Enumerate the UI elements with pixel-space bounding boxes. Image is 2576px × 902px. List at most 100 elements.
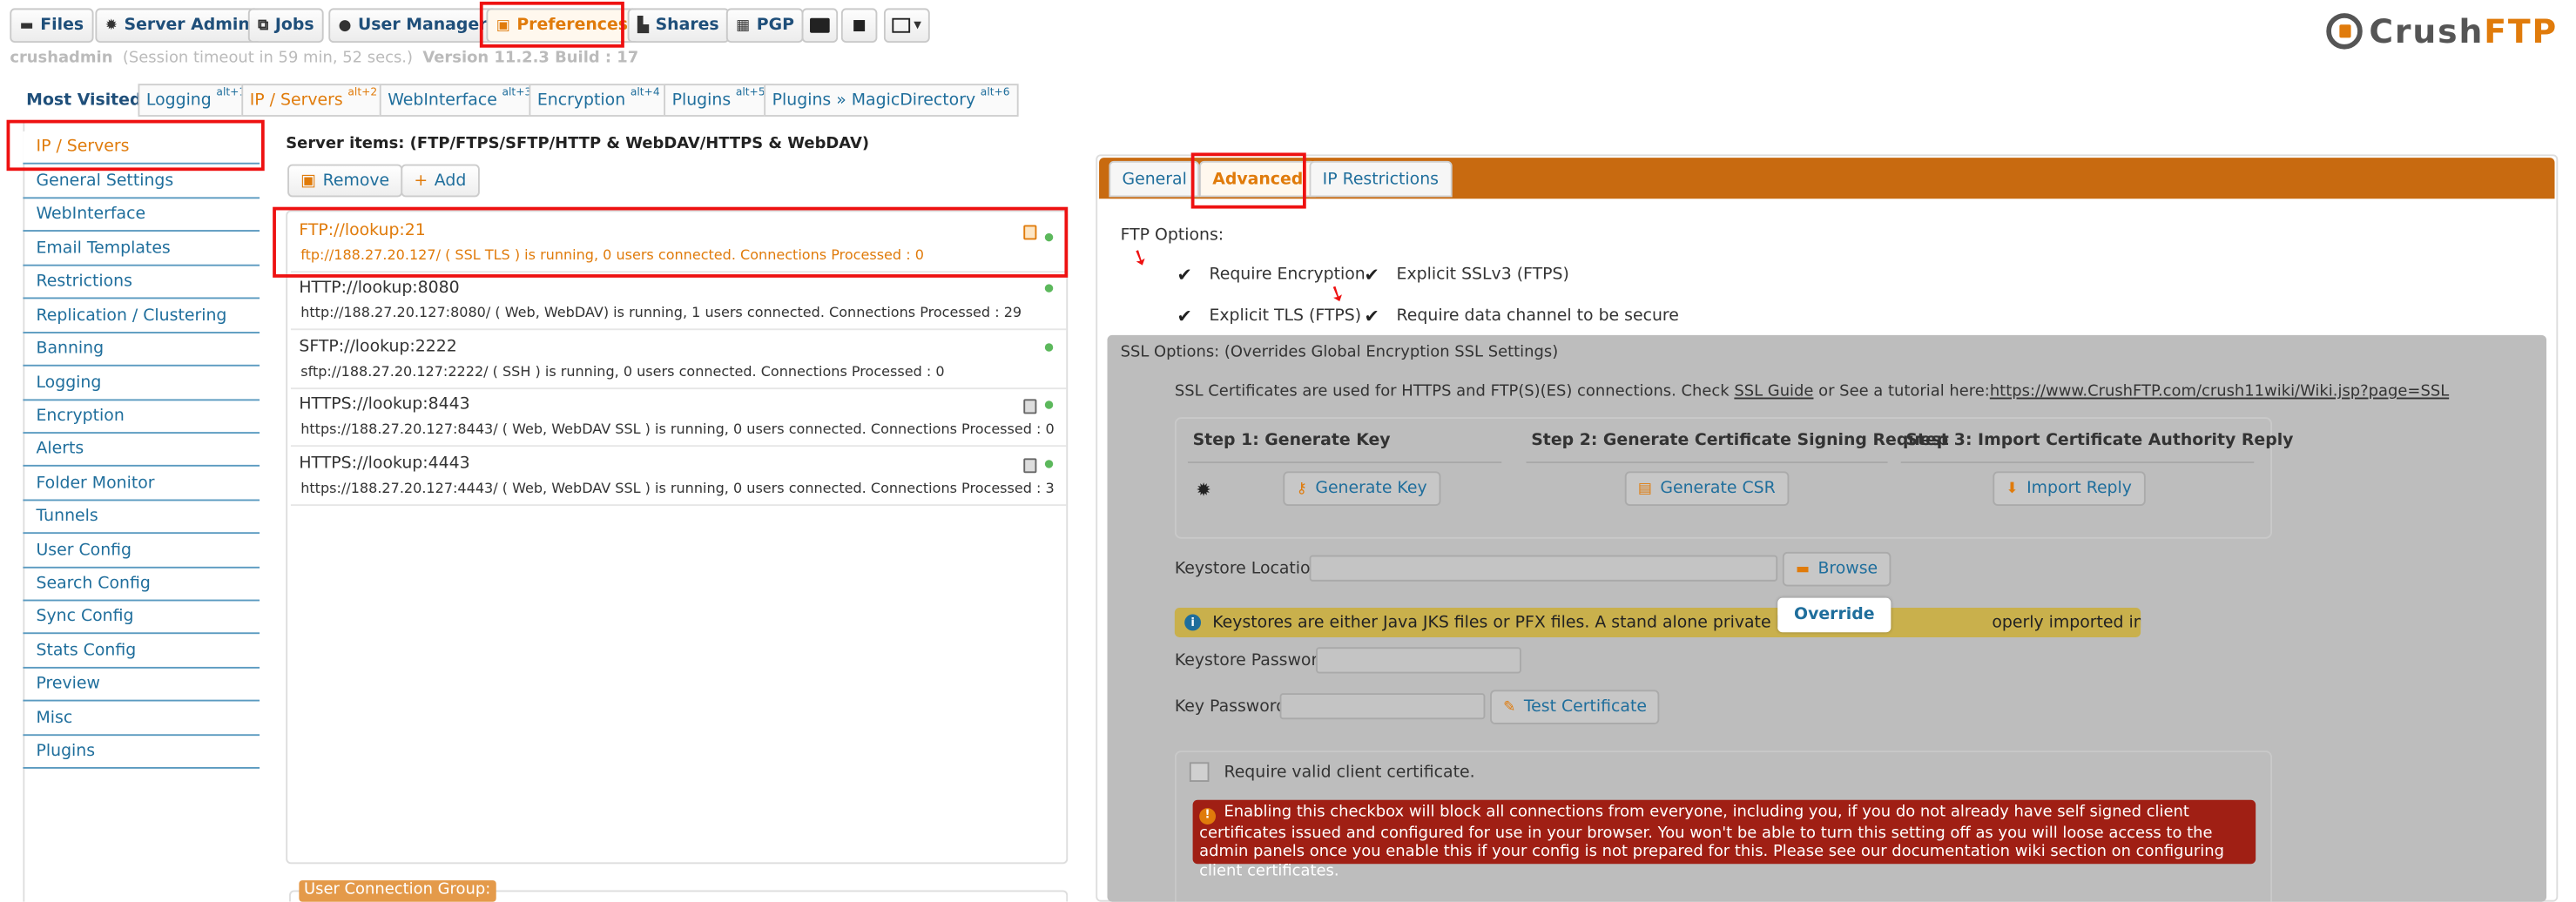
warning-icon: !	[1199, 807, 1217, 825]
sidebar-item-email-templates[interactable]: Email Templates	[23, 233, 260, 266]
keystore-location-label: Keystore Location:	[1174, 560, 1326, 579]
lock-button[interactable]: ■	[840, 8, 878, 44]
server-row[interactable]: FTP://lookup:21 ftp://188.27.20.127/ ( S…	[290, 217, 1067, 273]
image-menu-button[interactable]: ▼	[883, 8, 930, 44]
checkmark-icon: ✔	[1177, 263, 1192, 286]
mv-logging[interactable]: Logging alt+1	[138, 84, 254, 117]
sidebar-item-banning[interactable]: Banning	[23, 333, 260, 367]
sidebar-item-replication[interactable]: Replication / Clustering	[23, 300, 260, 333]
server-row[interactable]: HTTP://lookup:8080 http://188.27.20.127:…	[290, 274, 1067, 331]
terminal-button[interactable]	[801, 8, 839, 44]
key-password-input[interactable]	[1279, 693, 1486, 720]
add-server-button[interactable]: + Add	[401, 164, 480, 198]
sidebar-item-sync-config[interactable]: Sync Config	[23, 601, 260, 635]
client-cert-warning: ! Enabling this checkbox will block all c…	[1192, 799, 2256, 880]
checkbox-empty	[1189, 762, 1210, 782]
generate-csr-button[interactable]: ▤ Generate CSR	[1624, 471, 1789, 507]
tutorial-link[interactable]: https://www.CrushFTP.com/crush11wiki/Wik…	[1990, 383, 2449, 401]
generate-key-button[interactable]: ⚷ Generate Key	[1283, 471, 1440, 507]
caret-down-icon: ▼	[914, 19, 921, 31]
image-icon	[892, 17, 911, 33]
jobs-icon: ⧉	[258, 17, 269, 34]
plus-icon: +	[414, 172, 428, 190]
crushftp-logo: CrushFTP	[2326, 10, 2558, 52]
server-row[interactable]: HTTPS://lookup:8443 https://188.27.20.12…	[290, 391, 1067, 448]
nav-shares[interactable]: ▙ Shares	[627, 8, 729, 44]
sidebar-item-general-settings[interactable]: General Settings	[23, 166, 260, 199]
keystore-location-input[interactable]	[1309, 555, 1778, 582]
nav-jobs[interactable]: ⧉ Jobs	[247, 8, 324, 44]
sidebar-item-folder-monitor[interactable]: Folder Monitor	[23, 468, 260, 501]
mv-webinterface[interactable]: WebInterface alt+3	[379, 84, 540, 117]
keystore-password-label: Keystore Password:	[1174, 651, 1334, 670]
server-list: FTP://lookup:21 ftp://188.27.20.127/ ( S…	[286, 210, 1069, 865]
ssl-guide-link[interactable]: SSL Guide	[1734, 383, 1813, 401]
sidebar-item-ip-servers[interactable]: IP / Servers	[23, 131, 260, 165]
remove-icon: ▣	[300, 172, 317, 190]
sidebar-item-preview[interactable]: Preview	[23, 669, 260, 702]
user-icon: ●	[338, 17, 352, 34]
edit-icon[interactable]	[1023, 458, 1037, 474]
share-icon: ▙	[637, 17, 650, 34]
sidebar-item-webinterface[interactable]: WebInterface	[23, 199, 260, 232]
mv-ip-servers[interactable]: IP / Servers alt+2	[241, 84, 386, 117]
keystore-password-input[interactable]	[1316, 647, 1521, 674]
mv-plugins-magicdirectory[interactable]: Plugins » MagicDirectory alt+6	[764, 84, 1019, 117]
sidebar-item-encryption[interactable]: Encryption	[23, 401, 260, 434]
nav-server-admin[interactable]: ✹ Server Admin	[95, 8, 260, 44]
edit-icon[interactable]	[1023, 399, 1037, 414]
nav-files[interactable]: ▬ Files	[10, 8, 94, 44]
import-reply-button[interactable]: ⬇ Import Reply	[1993, 471, 2146, 507]
sidebar-item-restrictions[interactable]: Restrictions	[23, 266, 260, 300]
sidebar-item-misc[interactable]: Misc	[23, 703, 260, 737]
edit-icon[interactable]	[1023, 225, 1037, 240]
tab-ip-restrictions[interactable]: IP Restrictions	[1309, 160, 1453, 198]
ssl-description: SSL Certificates are used for HTTPS and …	[1174, 382, 2450, 401]
most-visited-label: Most Visited :	[26, 91, 154, 111]
server-row[interactable]: SFTP://lookup:2222 sftp://188.27.20.127:…	[290, 333, 1067, 390]
remove-server-button[interactable]: ▣ Remove	[287, 164, 403, 198]
running-status-icon	[1044, 232, 1054, 242]
gear-icon: ✹	[1196, 479, 1211, 501]
require-data-channel-checkbox[interactable]: ✔ Require data channel to be secure	[1362, 304, 1679, 326]
running-status-icon	[1044, 284, 1054, 293]
mv-encryption[interactable]: Encryption alt+4	[529, 84, 669, 117]
key-password-label: Key Password:	[1174, 697, 1292, 717]
running-status-icon	[1044, 401, 1054, 409]
tab-general[interactable]: General	[1109, 160, 1200, 198]
mv-plugins[interactable]: Plugins alt+5	[664, 84, 774, 117]
explicit-tls-checkbox[interactable]: ✔ Explicit TLS (FTPS)	[1175, 304, 1361, 326]
running-status-icon	[1044, 460, 1054, 468]
override-button[interactable]: Override	[1777, 597, 1892, 633]
sidebar-item-plugins[interactable]: Plugins	[23, 736, 260, 769]
preferences-icon: ▣	[496, 17, 510, 34]
checkmark-icon: ✔	[1364, 304, 1379, 326]
server-row[interactable]: HTTPS://lookup:4443 https://188.27.20.12…	[290, 450, 1067, 507]
sidebar-item-tunnels[interactable]: Tunnels	[23, 501, 260, 535]
test-certificate-button[interactable]: ✎ Test Certificate	[1490, 690, 1661, 724]
sidebar-item-alerts[interactable]: Alerts	[23, 434, 260, 467]
step3-title: Step 3: Import Certificate Authority Rep…	[1905, 432, 2294, 450]
checkmark-icon: ✔	[1364, 263, 1379, 286]
pgp-icon: ▦	[736, 17, 751, 34]
import-icon: ⬇	[2006, 480, 2019, 497]
sidebar-item-search-config[interactable]: Search Config	[23, 569, 260, 602]
sidebar-item-user-config[interactable]: User Config	[23, 535, 260, 569]
ftp-options-title: FTP Options:	[1120, 226, 1224, 246]
require-client-cert-checkbox[interactable]: Require valid client certificate.	[1189, 762, 1475, 782]
nav-preferences[interactable]: ▣ Preferences	[486, 8, 638, 44]
running-status-icon	[1044, 343, 1054, 352]
sidebar-item-logging[interactable]: Logging	[23, 368, 260, 401]
folder-icon: ▬	[1795, 561, 1811, 578]
checkmark-icon: ✔	[1177, 304, 1192, 326]
tab-advanced[interactable]: Advanced	[1199, 160, 1317, 198]
browse-button[interactable]: ▬ Browse	[1782, 551, 1892, 587]
folder-icon: ▬	[19, 17, 34, 34]
session-info: crushadmin (Session timeout in 59 min, 5…	[10, 49, 639, 68]
sidebar-item-stats-config[interactable]: Stats Config	[23, 636, 260, 669]
nav-user-manager[interactable]: ● User Manager	[328, 8, 497, 44]
gear-icon: ✹	[105, 17, 118, 34]
explicit-sslv3-checkbox[interactable]: ✔ Explicit SSLv3 (FTPS)	[1362, 263, 1569, 286]
nav-pgp[interactable]: ▦ PGP	[725, 8, 805, 44]
user-connection-group-label: User Connection Group:	[299, 880, 496, 902]
